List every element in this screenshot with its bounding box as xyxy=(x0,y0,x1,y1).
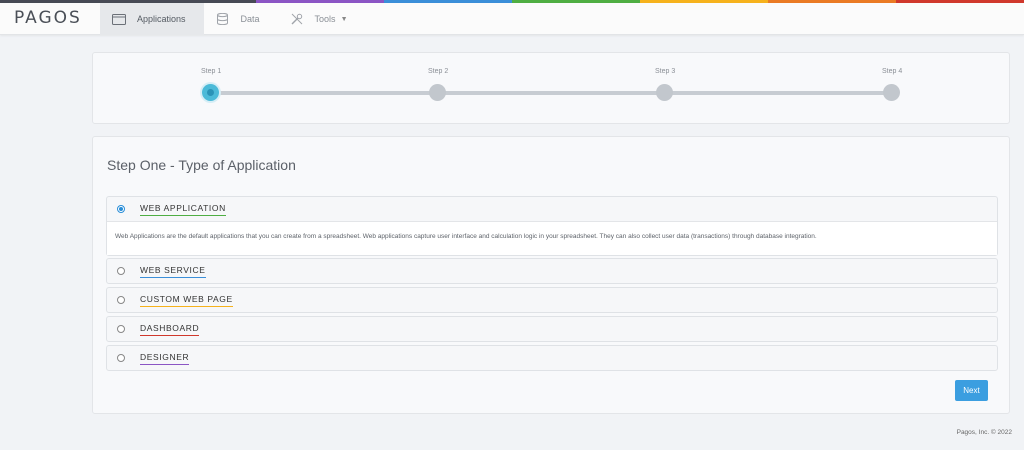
radio-custom-web-page[interactable] xyxy=(117,296,125,304)
step-1-label: Step 1 xyxy=(201,68,222,75)
nav-tools-label: Tools xyxy=(314,14,336,24)
application-type-panel: Step One - Type of Application WEB APPLI… xyxy=(92,136,1010,414)
option-web-service[interactable]: WEB SERVICE xyxy=(106,258,998,284)
option-dashboard[interactable]: DASHBOARD xyxy=(106,316,998,342)
option-custom-web-page[interactable]: CUSTOM WEB PAGE xyxy=(106,287,998,313)
nav-data[interactable]: Data xyxy=(204,3,278,35)
database-icon xyxy=(215,13,231,25)
step-4-label: Step 4 xyxy=(882,68,903,75)
step-4-indicator[interactable] xyxy=(883,84,900,101)
wizard-progress: Step 1 Step 2 Step 3 Step 4 xyxy=(92,52,1010,124)
option-title: DASHBOARD xyxy=(140,323,200,336)
page-title: Step One - Type of Application xyxy=(107,157,296,173)
step-1-indicator[interactable] xyxy=(202,84,219,101)
option-description: Web Applications are the default applica… xyxy=(107,221,997,255)
nav-applications[interactable]: Applications xyxy=(100,3,204,35)
step-2-label: Step 2 xyxy=(428,68,449,75)
radio-web-application[interactable] xyxy=(117,205,125,213)
logo-text: PAGOS xyxy=(14,8,82,28)
top-navigation-bar: PAGOS Applications Data Tools ▼ xyxy=(0,3,1024,35)
nav-tools[interactable]: Tools ▼ xyxy=(278,3,366,35)
step-2-indicator[interactable] xyxy=(429,84,446,101)
option-title: CUSTOM WEB PAGE xyxy=(140,294,233,307)
chevron-down-icon: ▼ xyxy=(340,15,348,23)
next-button[interactable]: Next xyxy=(955,380,988,401)
window-icon xyxy=(111,13,127,25)
option-designer[interactable]: DESIGNER xyxy=(106,345,998,371)
radio-designer[interactable] xyxy=(117,354,125,362)
main-nav: Applications Data Tools ▼ xyxy=(100,3,366,35)
tools-icon xyxy=(289,13,305,25)
step-3-label: Step 3 xyxy=(655,68,676,75)
nav-data-label: Data xyxy=(240,14,260,24)
option-title: WEB APPLICATION xyxy=(140,203,226,216)
option-title: WEB SERVICE xyxy=(140,265,206,278)
progress-track xyxy=(211,91,891,95)
option-title: DESIGNER xyxy=(140,352,190,365)
footer-copyright: Pagos, Inc. © 2022 xyxy=(956,429,1012,436)
nav-applications-label: Applications xyxy=(137,14,186,24)
radio-web-service[interactable] xyxy=(117,267,125,275)
step-3-indicator[interactable] xyxy=(656,84,673,101)
radio-dashboard[interactable] xyxy=(117,325,125,333)
option-web-application[interactable]: WEB APPLICATION Web Applications are the… xyxy=(106,196,998,256)
pagos-logo[interactable]: PAGOS xyxy=(14,8,82,28)
